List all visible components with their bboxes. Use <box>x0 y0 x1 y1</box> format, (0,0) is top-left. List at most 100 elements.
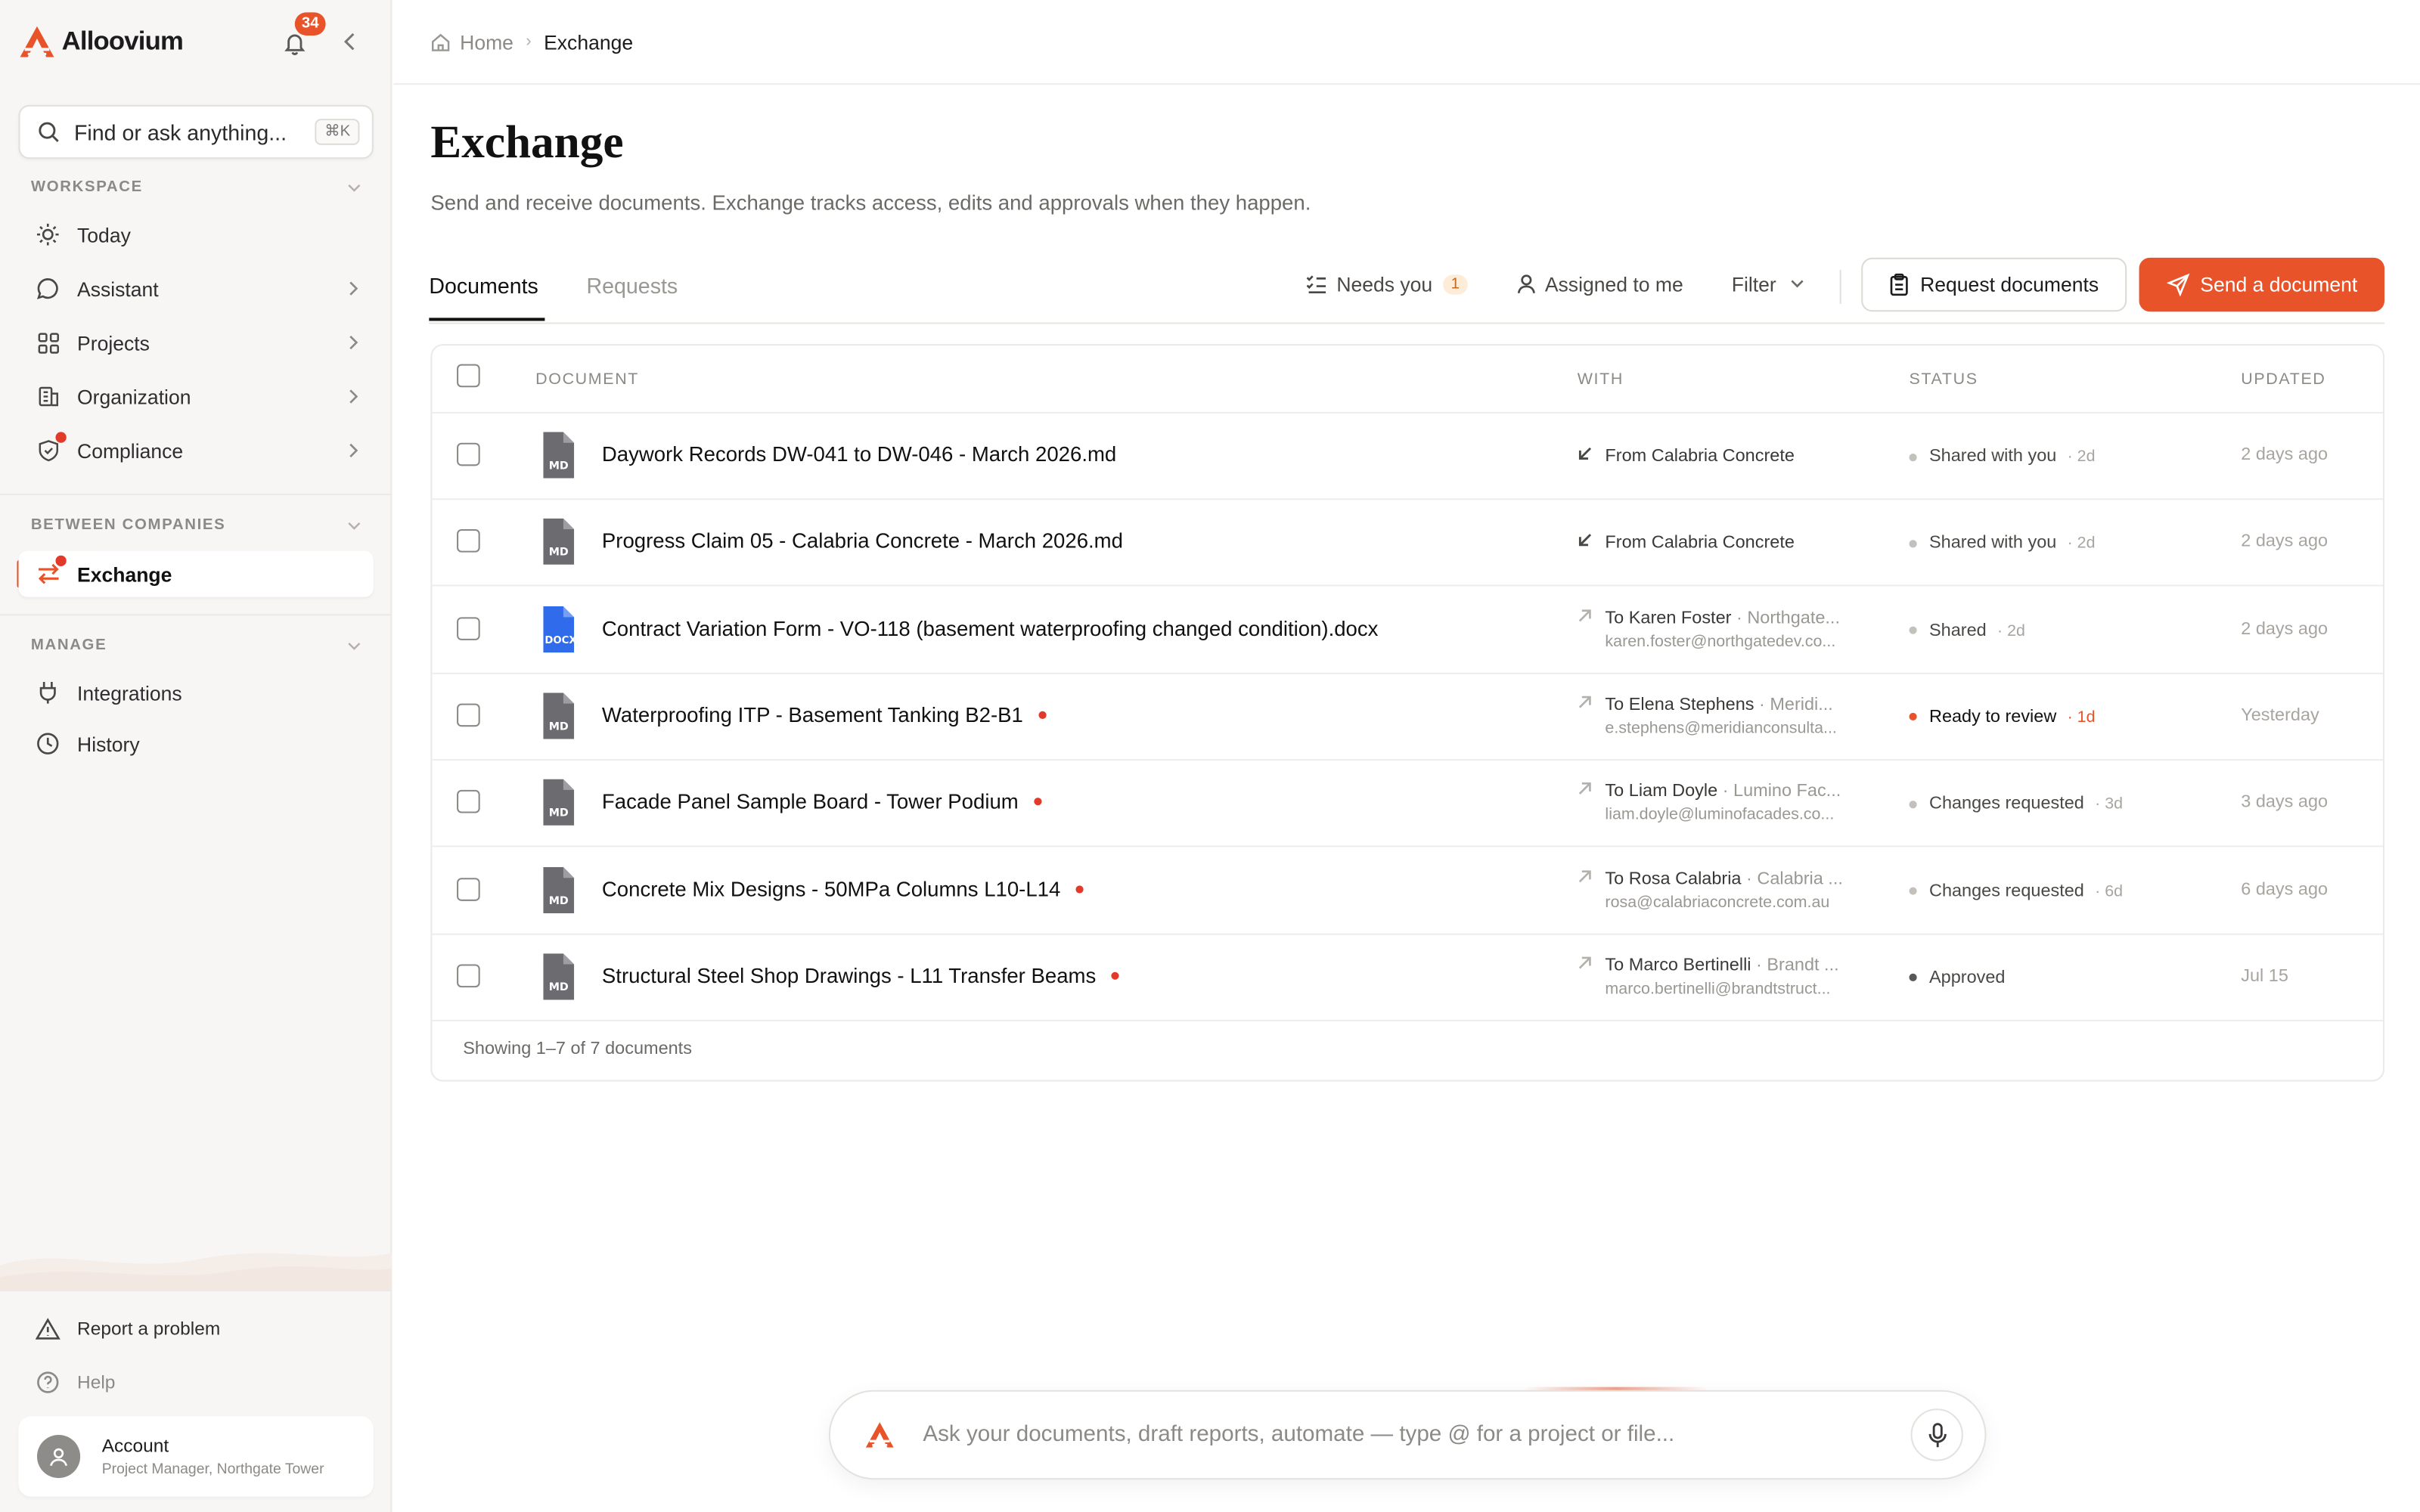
with-party: To Elena Stephens · Meridi... e.stephens@… <box>1578 694 1871 737</box>
request-documents-label: Request documents <box>1920 273 2099 296</box>
exchange-icon <box>34 555 67 588</box>
breadcrumb-home[interactable]: Home <box>460 30 513 54</box>
sidebar-item-compliance[interactable]: Compliance <box>18 427 373 473</box>
sidebar-item-report-problem[interactable]: Report a problem <box>18 1306 373 1352</box>
table-row[interactable]: MD Concrete Mix Designs - 50MPa Columns L… <box>432 847 2383 934</box>
sidebar-item-today[interactable]: Today <box>18 212 373 258</box>
send-icon <box>2166 273 2189 296</box>
table-row[interactable]: MD Daywork Records DW-041 to DW-046 - Mar… <box>432 414 2383 500</box>
page-title: Exchange <box>430 117 624 169</box>
file-icon: MD <box>543 779 575 826</box>
assistant-input[interactable]: Ask your documents, draft reports, autom… <box>923 1423 1910 1448</box>
request-documents-button[interactable]: Request documents <box>1861 257 2127 312</box>
account-name: Account <box>101 1434 169 1457</box>
column-header-updated[interactable]: UPDATED <box>2241 370 2325 389</box>
exchange-alert-dot <box>55 555 67 566</box>
sidebar-item-assistant[interactable]: Assistant <box>18 265 373 311</box>
document-name[interactable]: Concrete Mix Designs - 50MPa Columns L10… <box>602 877 1084 900</box>
sidebar-item-integrations[interactable]: Integrations <box>18 670 373 716</box>
status-dot <box>1909 539 1917 548</box>
party-company: · Lumino Fac... <box>1722 782 1841 801</box>
sidebar-item-projects[interactable]: Projects <box>18 319 373 365</box>
sidebar-item-label: Report a problem <box>77 1317 221 1340</box>
with-party: From Calabria Concrete <box>1578 533 1871 553</box>
party-name: Marco Bertinelli <box>1628 956 1751 975</box>
sidebar-item-history[interactable]: History <box>18 720 373 767</box>
manage-title: MANAGE <box>30 637 107 655</box>
row-checkbox[interactable] <box>457 790 480 813</box>
row-checkbox[interactable] <box>457 877 480 900</box>
status-badge: Shared with you · 2d <box>1909 534 2096 553</box>
tab-requests[interactable]: Requests <box>587 273 678 298</box>
table-row[interactable]: MD Structural Steel Shop Drawings - L11 T… <box>432 934 2383 1021</box>
with-party: To Karen Foster · Northgate... karen.fost… <box>1578 607 1871 650</box>
party-company: · Calabria ... <box>1746 869 1843 888</box>
collapse-sidebar-button[interactable] <box>337 26 365 57</box>
direction-label: To <box>1605 609 1624 627</box>
party-email: liam.doyle@luminofacades.co... <box>1605 805 1835 825</box>
send-document-button[interactable]: Send a document <box>2139 257 2385 312</box>
select-all-checkbox[interactable] <box>457 364 480 388</box>
party-email: e.stephens@meridianconsulta... <box>1605 718 1837 738</box>
between-companies-section-title[interactable]: BETWEEN COMPANIES <box>31 517 361 534</box>
table-row[interactable]: DOCX Contract Variation Form - VO-118 (ba… <box>432 587 2383 674</box>
needs-you-filter[interactable]: Needs you 1 <box>1306 261 1468 307</box>
chevron-down-icon <box>1791 280 1804 288</box>
row-checkbox[interactable] <box>457 442 480 466</box>
chevron-right-icon <box>349 335 358 350</box>
status-dot <box>1909 452 1917 461</box>
party-name: Rosa Calabria <box>1628 869 1742 888</box>
assistant-prompt-bar[interactable]: Ask your documents, draft reports, autom… <box>828 1390 1987 1480</box>
file-icon: MD <box>543 866 575 913</box>
manage-section-title[interactable]: MANAGE <box>31 637 361 654</box>
search-icon <box>39 122 59 142</box>
row-checkbox[interactable] <box>457 964 480 987</box>
status-label: Shared with you <box>1929 447 2057 466</box>
tab-documents[interactable]: Documents <box>429 273 538 298</box>
updated-time: Yesterday <box>2241 706 2319 725</box>
status-age: · 2d <box>2067 534 2096 553</box>
direction-label: To <box>1605 782 1624 801</box>
direction-label: To <box>1605 869 1624 888</box>
column-header-with[interactable]: WITH <box>1578 370 1624 389</box>
sun-icon <box>34 221 62 249</box>
outgoing-arrow-icon <box>1578 955 1596 975</box>
row-checkbox[interactable] <box>457 616 480 640</box>
status-badge: Shared · 2d <box>1909 621 2025 640</box>
needs-you-label: Needs you <box>1336 272 1433 296</box>
account-menu[interactable]: Account Project Manager, Northgate Tower <box>18 1416 374 1497</box>
column-header-document[interactable]: DOCUMENT <box>535 370 639 389</box>
document-name[interactable]: Structural Steel Shop Drawings - L11 Tra… <box>602 964 1119 987</box>
status-label: Shared <box>1929 621 1987 640</box>
document-name[interactable]: Waterproofing ITP - Basement Tanking B2-… <box>602 703 1047 727</box>
updated-time: 6 days ago <box>2241 880 2328 899</box>
filter-dropdown[interactable]: Filter <box>1732 261 1804 307</box>
sidebar-item-organization[interactable]: Organization <box>18 373 373 420</box>
row-checkbox[interactable] <box>457 703 480 727</box>
table-row[interactable]: MD Progress Claim 05 - Calabria Concrete … <box>432 500 2383 587</box>
assigned-to-me-filter[interactable]: Assigned to me <box>1517 261 1683 307</box>
user-icon <box>1517 273 1535 295</box>
table-row[interactable]: MD Waterproofing ITP - Basement Tanking B… <box>432 674 2383 761</box>
search-box[interactable]: Find or ask anything... ⌘K <box>18 104 374 160</box>
party-company: · Brandt ... <box>1756 956 1839 975</box>
file-icon: MD <box>543 692 575 739</box>
document-name[interactable]: Facade Panel Sample Board - Tower Podium <box>602 790 1042 813</box>
app-logo[interactable]: Alloovium <box>18 25 184 59</box>
document-name[interactable]: Contract Variation Form - VO-118 (baseme… <box>602 616 1379 640</box>
column-header-status[interactable]: STATUS <box>1909 370 1978 389</box>
with-party: To Rosa Calabria · Calabria ... rosa@cala… <box>1578 868 1871 911</box>
updated-time: 3 days ago <box>2241 793 2328 812</box>
microphone-button[interactable] <box>1910 1408 1963 1461</box>
row-checkbox[interactable] <box>457 529 480 553</box>
file-type-label: MD <box>549 894 569 906</box>
sidebar-item-exchange[interactable]: Exchange <box>18 550 374 597</box>
direction-label: To <box>1605 696 1624 714</box>
file-icon: MD <box>543 519 575 565</box>
table-row[interactable]: MD Facade Panel Sample Board - Tower Podi… <box>432 761 2383 847</box>
workspace-section-title[interactable]: WORKSPACE <box>31 179 361 196</box>
document-name[interactable]: Daywork Records DW-041 to DW-046 - March… <box>602 443 1116 466</box>
document-name[interactable]: Progress Claim 05 - Calabria Concrete - … <box>602 530 1123 553</box>
status-badge: Changes requested · 3d <box>1909 795 2123 813</box>
sidebar-item-help[interactable]: Help <box>18 1359 373 1405</box>
